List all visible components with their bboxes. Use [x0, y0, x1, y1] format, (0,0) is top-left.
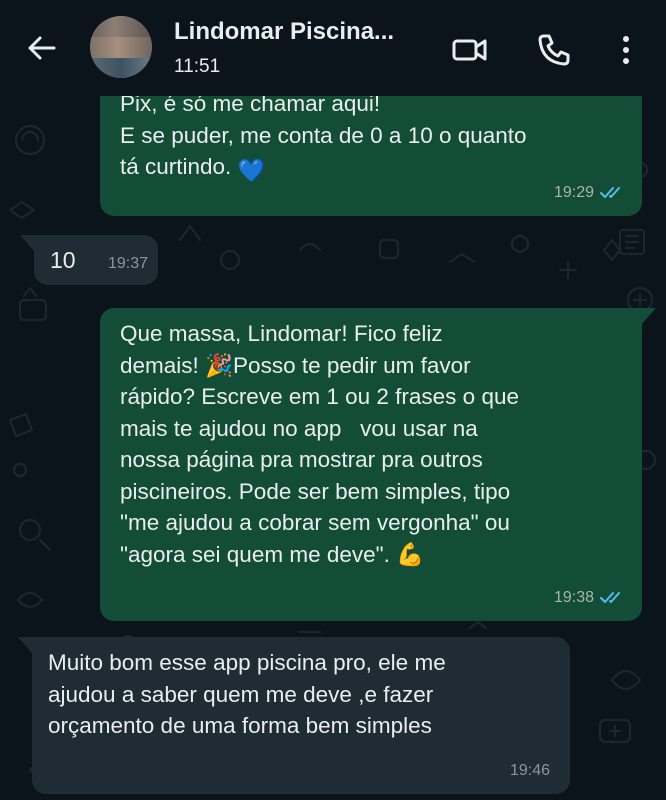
contact-avatar[interactable]	[90, 16, 152, 78]
message-bubble-outgoing[interactable]: Pix, é só me chamar aqui! E se puder, me…	[100, 78, 642, 216]
blue-heart-emoji: 💙	[237, 158, 266, 183]
message-time: 19:38	[553, 588, 594, 606]
video-call-icon[interactable]	[450, 30, 490, 70]
read-ticks-icon	[600, 187, 620, 199]
message-bubble-incoming[interactable]: 10 19:37	[34, 235, 158, 285]
message-meta: 19:37	[108, 248, 148, 280]
chat-header: Lindomar Piscina... 11:51	[0, 0, 666, 96]
message-text: Que massa, Lindomar! Fico feliz demais! …	[120, 321, 519, 567]
message-meta: 19:38	[554, 582, 626, 614]
message-time: 19:29	[553, 183, 594, 201]
bubble-tail	[18, 637, 32, 653]
bubble-tail	[20, 235, 34, 251]
message-bubble-outgoing[interactable]: Que massa, Lindomar! Fico feliz demais! …	[100, 308, 642, 621]
message-text: Pix, é só me chamar aqui! E se puder, me…	[120, 88, 630, 187]
message-time: 19:37	[107, 254, 148, 272]
back-arrow-icon[interactable]	[24, 30, 60, 66]
read-ticks-icon	[600, 592, 620, 604]
message-meta: 19:29	[554, 177, 626, 209]
message-meta: 19:46	[510, 755, 550, 787]
contact-name[interactable]: Lindomar Piscina...	[174, 18, 439, 46]
message-time: 19:46	[509, 761, 550, 779]
contact-last-seen: 11:51	[174, 56, 221, 77]
message-text: Muito bom esse app piscina pro, ele me a…	[48, 650, 446, 738]
phone-call-icon[interactable]	[534, 30, 574, 70]
bubble-tail	[642, 308, 656, 324]
message-text: 10	[50, 247, 76, 273]
more-options-icon[interactable]	[606, 30, 646, 70]
message-bubble-incoming[interactable]: Muito bom esse app piscina pro, ele me a…	[32, 637, 570, 794]
